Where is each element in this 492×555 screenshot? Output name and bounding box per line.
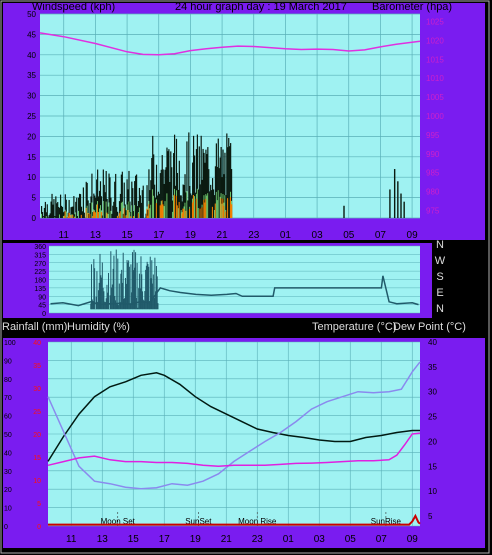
- time-tick-label: 17: [159, 534, 171, 545]
- humidity-tick-label: 80: [4, 377, 12, 384]
- direction-tick-label: 45: [38, 303, 46, 310]
- rain-tick-label: 30: [33, 386, 41, 393]
- wind-tick-label: 5: [32, 194, 37, 203]
- time-tick-label: 13: [90, 230, 102, 241]
- barometer-tick-label: 1015: [426, 55, 444, 64]
- rain-tick-label: 20: [33, 432, 41, 439]
- barometer-tick-label: 1005: [426, 93, 444, 102]
- direction-tick-label: 90: [38, 294, 46, 301]
- time-tick-label: 01: [283, 534, 295, 545]
- humidity-label: Humidity (%): [67, 321, 130, 333]
- rain-tick-label: 35: [33, 363, 41, 370]
- barometer-tick-label: 985: [426, 169, 440, 178]
- wind-tick-label: 30: [27, 92, 36, 101]
- humidity-tick-label: 30: [4, 469, 12, 476]
- wind-tick-label: 10: [27, 173, 36, 182]
- compass-label: W: [435, 255, 446, 267]
- time-tick-label: 07: [376, 534, 388, 545]
- direction-tick-label: 270: [34, 261, 46, 268]
- time-tick-label: 23: [252, 534, 264, 545]
- time-tick-label: 11: [59, 230, 70, 241]
- rain-tick-label: 5: [37, 501, 41, 508]
- humidity-tick-label: 60: [4, 414, 12, 421]
- rain-tick-label: 40: [33, 340, 41, 347]
- time-tick-label: 23: [248, 230, 260, 241]
- time-tick-label: 21: [221, 534, 233, 545]
- humidity-tick-label: 10: [4, 506, 12, 513]
- time-tick-label: 05: [343, 230, 355, 241]
- wind-tick-label: 25: [27, 112, 36, 121]
- rain-tick-label: 25: [33, 409, 41, 416]
- humidity-tick-label: 90: [4, 358, 12, 365]
- direction-plot-area: 04590135180225270315360 NWSEN: [34, 239, 445, 318]
- rain-tick-label: 10: [33, 478, 41, 485]
- barometer-tick-label: 995: [426, 131, 440, 140]
- time-tick-label: 19: [190, 534, 202, 545]
- time-tick-label: 15: [128, 534, 140, 545]
- time-tick-label: 21: [217, 230, 229, 241]
- temperature-tick-label: 20: [428, 437, 437, 446]
- wind-tick-label: 40: [27, 51, 36, 60]
- direction-tick-label: 225: [34, 269, 46, 276]
- time-tick-label: 19: [185, 230, 197, 241]
- direction-tick-label: 0: [42, 311, 46, 318]
- time-tick-label: 13: [97, 534, 109, 545]
- rain-tick-label: 15: [33, 455, 41, 462]
- barometer-tick-label: 975: [426, 206, 440, 215]
- direction-tick-label: 360: [34, 244, 46, 251]
- time-tick-label: 05: [345, 534, 357, 545]
- compass-label: N: [436, 303, 444, 315]
- temperature-tick-label: 35: [428, 363, 437, 372]
- humidity-tick-label: 20: [4, 487, 12, 494]
- wind-tick-label: 20: [27, 132, 36, 141]
- temperature-tick-label: 25: [428, 413, 437, 422]
- direction-tick-label: 180: [34, 278, 46, 285]
- time-tick-label: 09: [407, 230, 419, 241]
- temperature-tick-label: 5: [428, 512, 433, 521]
- time-tick-label: 11: [66, 534, 77, 545]
- rainfall-label: Rainfall (mm): [2, 321, 67, 333]
- header-windspeed-label: Windspeed (kph): [32, 1, 115, 13]
- direction-tick-label: 135: [34, 286, 46, 293]
- header-barometer-label: Barometer (hpa): [372, 1, 452, 13]
- wind-tick-label: 45: [27, 30, 36, 39]
- temperature-plot-area: 0102030405060708090100051015202530354051…: [4, 338, 437, 545]
- wind-plot-area: 0510152025303540455097598098599099510001…: [27, 10, 444, 241]
- temperature-tick-label: 15: [428, 462, 437, 471]
- header-title: 24 hour graph day : 19 March 2017: [175, 1, 347, 13]
- direction-tick-label: 315: [34, 252, 46, 259]
- compass-label: N: [436, 239, 444, 251]
- wind-tick-label: 15: [27, 153, 36, 162]
- wind-tick-label: 35: [27, 71, 36, 80]
- dew-point-label: Dew Point (°C): [393, 321, 466, 333]
- humidity-tick-label: 40: [4, 450, 12, 457]
- time-tick-label: 03: [314, 534, 326, 545]
- temperature-label: Temperature (°C): [312, 321, 396, 333]
- barometer-tick-label: 1020: [426, 36, 444, 45]
- time-tick-label: 01: [280, 230, 292, 241]
- humidity-tick-label: 70: [4, 395, 12, 402]
- time-tick-label: 15: [122, 230, 134, 241]
- time-tick-label: 17: [153, 230, 165, 241]
- humidity-tick-label: 100: [4, 340, 16, 347]
- rain-tick-label: 0: [37, 524, 41, 531]
- humidity-tick-label: 0: [4, 524, 8, 531]
- barometer-tick-label: 990: [426, 150, 440, 159]
- time-tick-label: 07: [375, 230, 387, 241]
- barometer-tick-label: 1000: [426, 112, 444, 121]
- temperature-tick-label: 10: [428, 487, 437, 496]
- barometer-tick-label: 1025: [426, 18, 444, 27]
- compass-label: E: [436, 287, 443, 299]
- humidity-tick-label: 50: [4, 432, 12, 439]
- time-tick-label: 03: [312, 230, 324, 241]
- temperature-tick-label: 40: [428, 338, 437, 347]
- temperature-tick-label: 30: [428, 388, 437, 397]
- barometer-tick-label: 1010: [426, 74, 444, 83]
- wind-tick-label: 0: [32, 214, 37, 223]
- compass-label: S: [436, 271, 443, 283]
- weather-graph: 0510152025303540455097598098599099510001…: [0, 0, 492, 555]
- time-tick-label: 09: [407, 534, 419, 545]
- barometer-tick-label: 980: [426, 188, 440, 197]
